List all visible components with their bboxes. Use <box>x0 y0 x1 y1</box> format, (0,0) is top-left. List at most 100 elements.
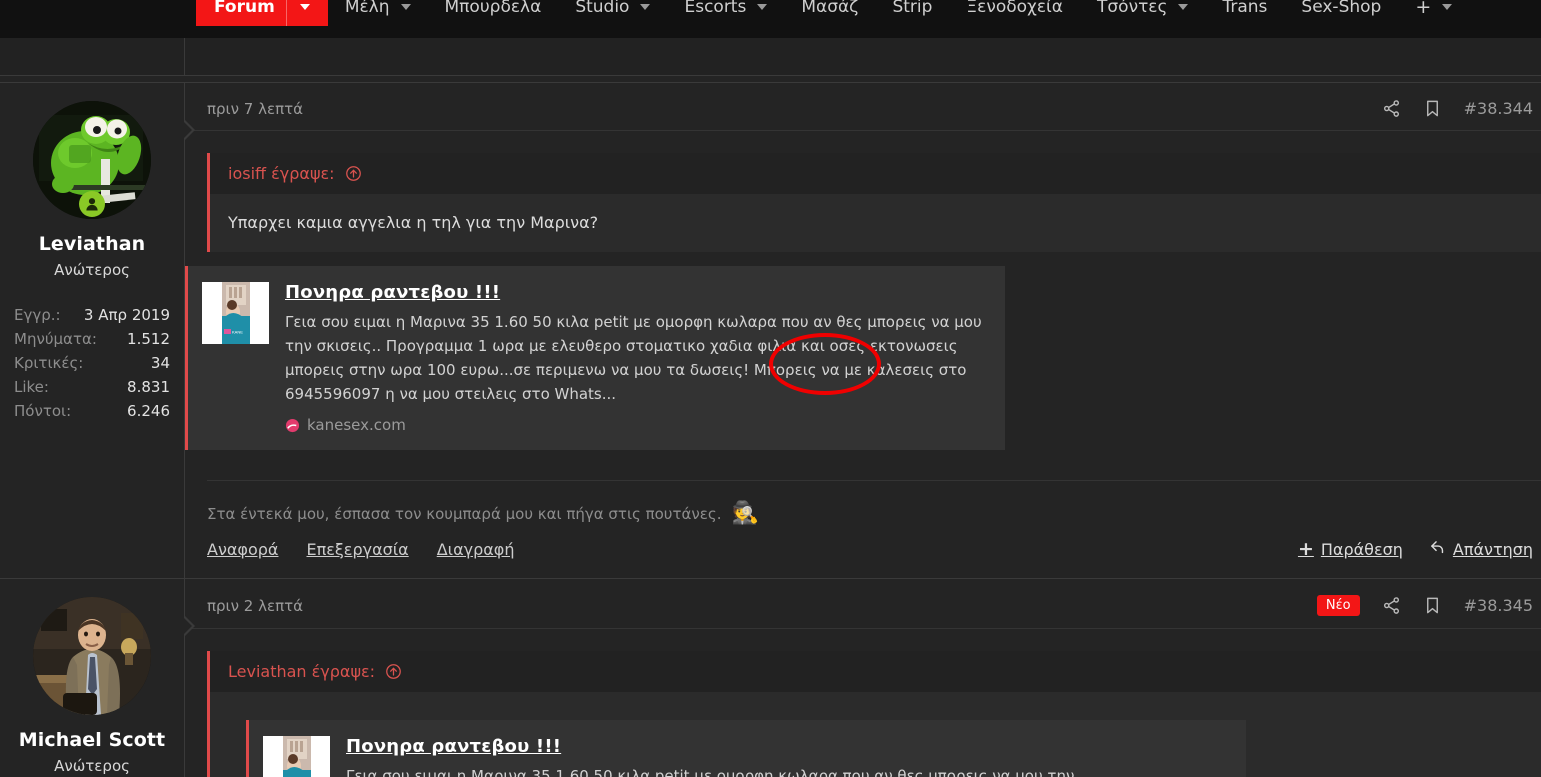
quote-block: iosiff έγραψε: Υπαρχει καμια αγγελια η τ… <box>207 153 1541 252</box>
link-thumbnail[interactable] <box>263 736 330 777</box>
link-preview-card[interactable]: KANE Πονηρα ραντεβου !!! Γεια σου ειμαι … <box>185 266 1005 450</box>
post-pointer-notch <box>183 615 195 637</box>
post-body-column: πριν 2 λεπτά Νέο #38.345 Leviathan έγραψ… <box>185 579 1541 777</box>
jump-to-post-icon[interactable] <box>385 663 402 680</box>
strip-left-column <box>0 38 185 75</box>
post-number[interactable]: #38.344 <box>1464 99 1533 118</box>
share-icon[interactable] <box>1382 99 1401 118</box>
author-stats: Εγγρ.: 3 Απρ 2019 Μηνύματα: 1.512 Κριτικ… <box>14 303 170 423</box>
post-number[interactable]: #38.345 <box>1464 596 1533 615</box>
chevron-down-icon[interactable] <box>400 4 411 10</box>
nav-item-label: Trans <box>1222 0 1268 17</box>
stat-value: 34 <box>150 354 170 372</box>
post-body-column: πριν 7 λεπτά #38.344 iosiff έγραψε: Υπαρ… <box>185 83 1541 578</box>
stat-value: 8.831 <box>127 378 170 396</box>
nav-item-label: Τσόντες <box>1097 0 1168 17</box>
detective-emoji-icon: 🕵 <box>731 501 759 526</box>
stat-label: Like: <box>14 378 49 396</box>
author-title: Ανώτερος <box>54 261 130 279</box>
report-link[interactable]: Αναφορά <box>207 540 278 559</box>
reply-button[interactable]: Απάντηση <box>1429 539 1533 560</box>
chevron-down-icon[interactable] <box>757 4 768 10</box>
strip-right-column <box>185 38 1541 75</box>
nav-item-tsontes[interactable]: Τσόντες <box>1080 0 1205 26</box>
post-timestamp[interactable]: πριν 7 λεπτά <box>207 100 303 118</box>
post-item: Michael Scott Ανώτερος πριν 2 λεπτά Νέο … <box>0 579 1541 777</box>
nav-item-forum[interactable]: Forum <box>196 0 328 26</box>
author-username[interactable]: Michael Scott <box>0 729 184 751</box>
nav-item-label: Ξενοδοχεία <box>966 0 1064 17</box>
stat-label: Κριτικές: <box>14 354 84 372</box>
nav-item-masaz[interactable]: Μασάζ <box>784 0 875 26</box>
post-timestamp[interactable]: πριν 2 λεπτά <box>207 597 303 615</box>
chevron-down-icon[interactable] <box>1442 4 1453 10</box>
nav-item-label: Μέλη <box>344 0 390 17</box>
edit-link[interactable]: Επεξεργασία <box>306 540 408 559</box>
link-card-domain: kanesex.com <box>307 416 406 434</box>
link-card-content: Πονηρα ραντεβου !!! Γεια σου ειμαι η Μαρ… <box>346 736 1074 777</box>
stat-value: 6.246 <box>127 402 170 420</box>
link-thumbnail[interactable]: KANE <box>202 282 269 344</box>
nav-item-meli[interactable]: Μέλη <box>328 0 428 26</box>
nav-item-label: Escorts <box>684 0 747 17</box>
link-card-title[interactable]: Πονηρα ραντεβου !!! <box>346 736 561 757</box>
nav-item-xenodoxeia[interactable]: Ξενοδοχεία <box>949 0 1080 26</box>
nav-item-bourdela[interactable]: Μπουρδελα <box>428 0 559 26</box>
svg-text:KANE: KANE <box>232 330 243 335</box>
quote-author-label: iosiff έγραψε: <box>228 164 335 183</box>
share-icon[interactable] <box>1382 596 1401 615</box>
nav-item-studio[interactable]: Studio <box>558 0 667 26</box>
quote-header[interactable]: iosiff έγραψε: <box>210 153 1541 194</box>
nav-item-label: Μασάζ <box>801 0 859 17</box>
delete-link[interactable]: Διαγραφή <box>437 540 515 559</box>
avatar[interactable] <box>33 101 151 219</box>
main-navigation[interactable]: Forum Μέλη Μπουρδελα Studio Escorts Μασά… <box>0 0 1541 38</box>
avatar[interactable] <box>33 597 151 715</box>
post-footer-actions: Αναφορά Επεξεργασία Διαγραφή + Παράθεση … <box>185 525 1541 578</box>
post-signature: Στα έντεκά μου, έσπασα τον κουμπαρά μου … <box>207 480 1541 525</box>
post-header-actions: Νέο #38.345 <box>1316 595 1541 616</box>
author-username[interactable]: Leviathan <box>0 233 184 255</box>
quote-button-label: Παράθεση <box>1320 540 1403 559</box>
stat-row: Μηνύματα: 1.512 <box>14 327 170 351</box>
nav-item-escorts[interactable]: Escorts <box>667 0 784 26</box>
chevron-down-icon[interactable] <box>640 4 651 10</box>
link-card-description: Γεια σου ειμαι η Μαρινα 35 1.60 50 κιλα … <box>285 313 982 403</box>
stat-value: 1.512 <box>127 330 170 348</box>
post-item: Leviathan Ανώτερος Εγγρ.: 3 Απρ 2019 Μην… <box>0 82 1541 579</box>
reply-arrow-icon <box>1429 539 1446 560</box>
plus-icon: + <box>1415 0 1432 18</box>
link-card-description: Γεια σου ειμαι η Μαρινα 35 1.60 50 κιλα … <box>346 767 1075 777</box>
bookmark-icon[interactable] <box>1423 596 1442 615</box>
michael-scott-avatar[interactable] <box>33 597 151 715</box>
online-status-icon <box>79 191 105 217</box>
link-card-site[interactable]: kanesex.com <box>285 416 987 434</box>
post-header: πριν 2 λεπτά Νέο #38.345 <box>185 579 1541 629</box>
chevron-down-icon[interactable] <box>1178 4 1189 10</box>
nav-item-label: Μπουρδελα <box>444 0 542 17</box>
nav-item-label: Forum <box>214 0 275 17</box>
stat-row: Πόντοι: 6.246 <box>14 399 170 423</box>
nav-item-more[interactable]: + <box>1398 0 1469 26</box>
nav-item-label: Studio <box>575 0 630 17</box>
chevron-down-icon[interactable] <box>285 0 310 26</box>
post-author-column: Leviathan Ανώτερος Εγγρ.: 3 Απρ 2019 Μην… <box>0 83 195 578</box>
link-card-content: Πονηρα ραντεβου !!! Γεια σου ειμαι η Μαρ… <box>285 282 987 434</box>
reply-button-label: Απάντηση <box>1452 540 1533 559</box>
quote-button[interactable]: + Παράθεση <box>1297 538 1403 560</box>
link-card-title[interactable]: Πονηρα ραντεβου !!! <box>285 282 500 303</box>
post-header: πριν 7 λεπτά #38.344 <box>185 83 1541 131</box>
post-header-actions: #38.344 <box>1382 99 1541 118</box>
nav-item-strip[interactable]: Strip <box>875 0 949 26</box>
nav-item-label: Sex-Shop <box>1301 0 1382 17</box>
nav-item-sexshop[interactable]: Sex-Shop <box>1284 0 1398 26</box>
nav-item-trans[interactable]: Trans <box>1205 0 1284 26</box>
stat-label: Μηνύματα: <box>14 330 97 348</box>
quote-header[interactable]: Leviathan έγραψε: <box>210 651 1541 692</box>
jump-to-post-icon[interactable] <box>345 165 362 182</box>
plus-icon: + <box>1297 538 1314 560</box>
thread-toolbar-strip <box>0 38 1541 76</box>
link-preview-card[interactable]: Πονηρα ραντεβου !!! Γεια σου ειμαι η Μαρ… <box>246 720 1246 777</box>
status-badge: Νέο <box>1316 595 1360 616</box>
bookmark-icon[interactable] <box>1423 99 1442 118</box>
